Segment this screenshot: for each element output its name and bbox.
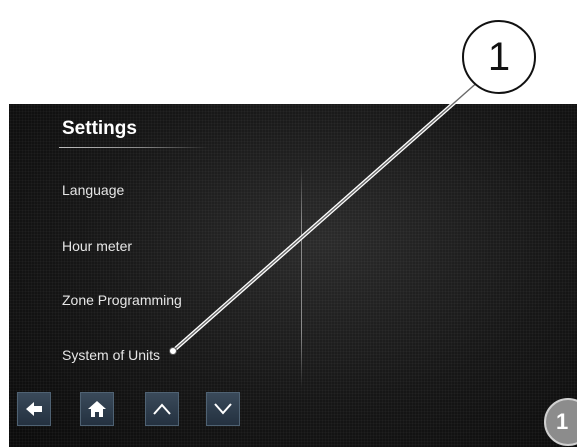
chevron-down-icon (214, 403, 232, 415)
device-screen: Settings Language Hour meter Zone Progra… (9, 104, 577, 447)
vertical-divider (301, 166, 302, 388)
scroll-down-button[interactable] (206, 392, 240, 426)
title-underline (59, 147, 209, 148)
menu-item-system-of-units[interactable]: System of Units (62, 347, 160, 363)
menu-item-hour-meter[interactable]: Hour meter (62, 238, 132, 254)
bottom-toolbar (9, 392, 249, 432)
callout-number: 1 (462, 20, 536, 94)
page-title: Settings (62, 118, 137, 139)
menu-item-language[interactable]: Language (62, 182, 124, 198)
back-button[interactable] (17, 392, 51, 426)
chevron-up-icon (153, 403, 171, 415)
scroll-up-button[interactable] (145, 392, 179, 426)
menu-item-zone-programming[interactable]: Zone Programming (62, 292, 182, 308)
home-icon (88, 401, 106, 417)
home-button[interactable] (80, 392, 114, 426)
arrow-left-icon (26, 402, 42, 416)
